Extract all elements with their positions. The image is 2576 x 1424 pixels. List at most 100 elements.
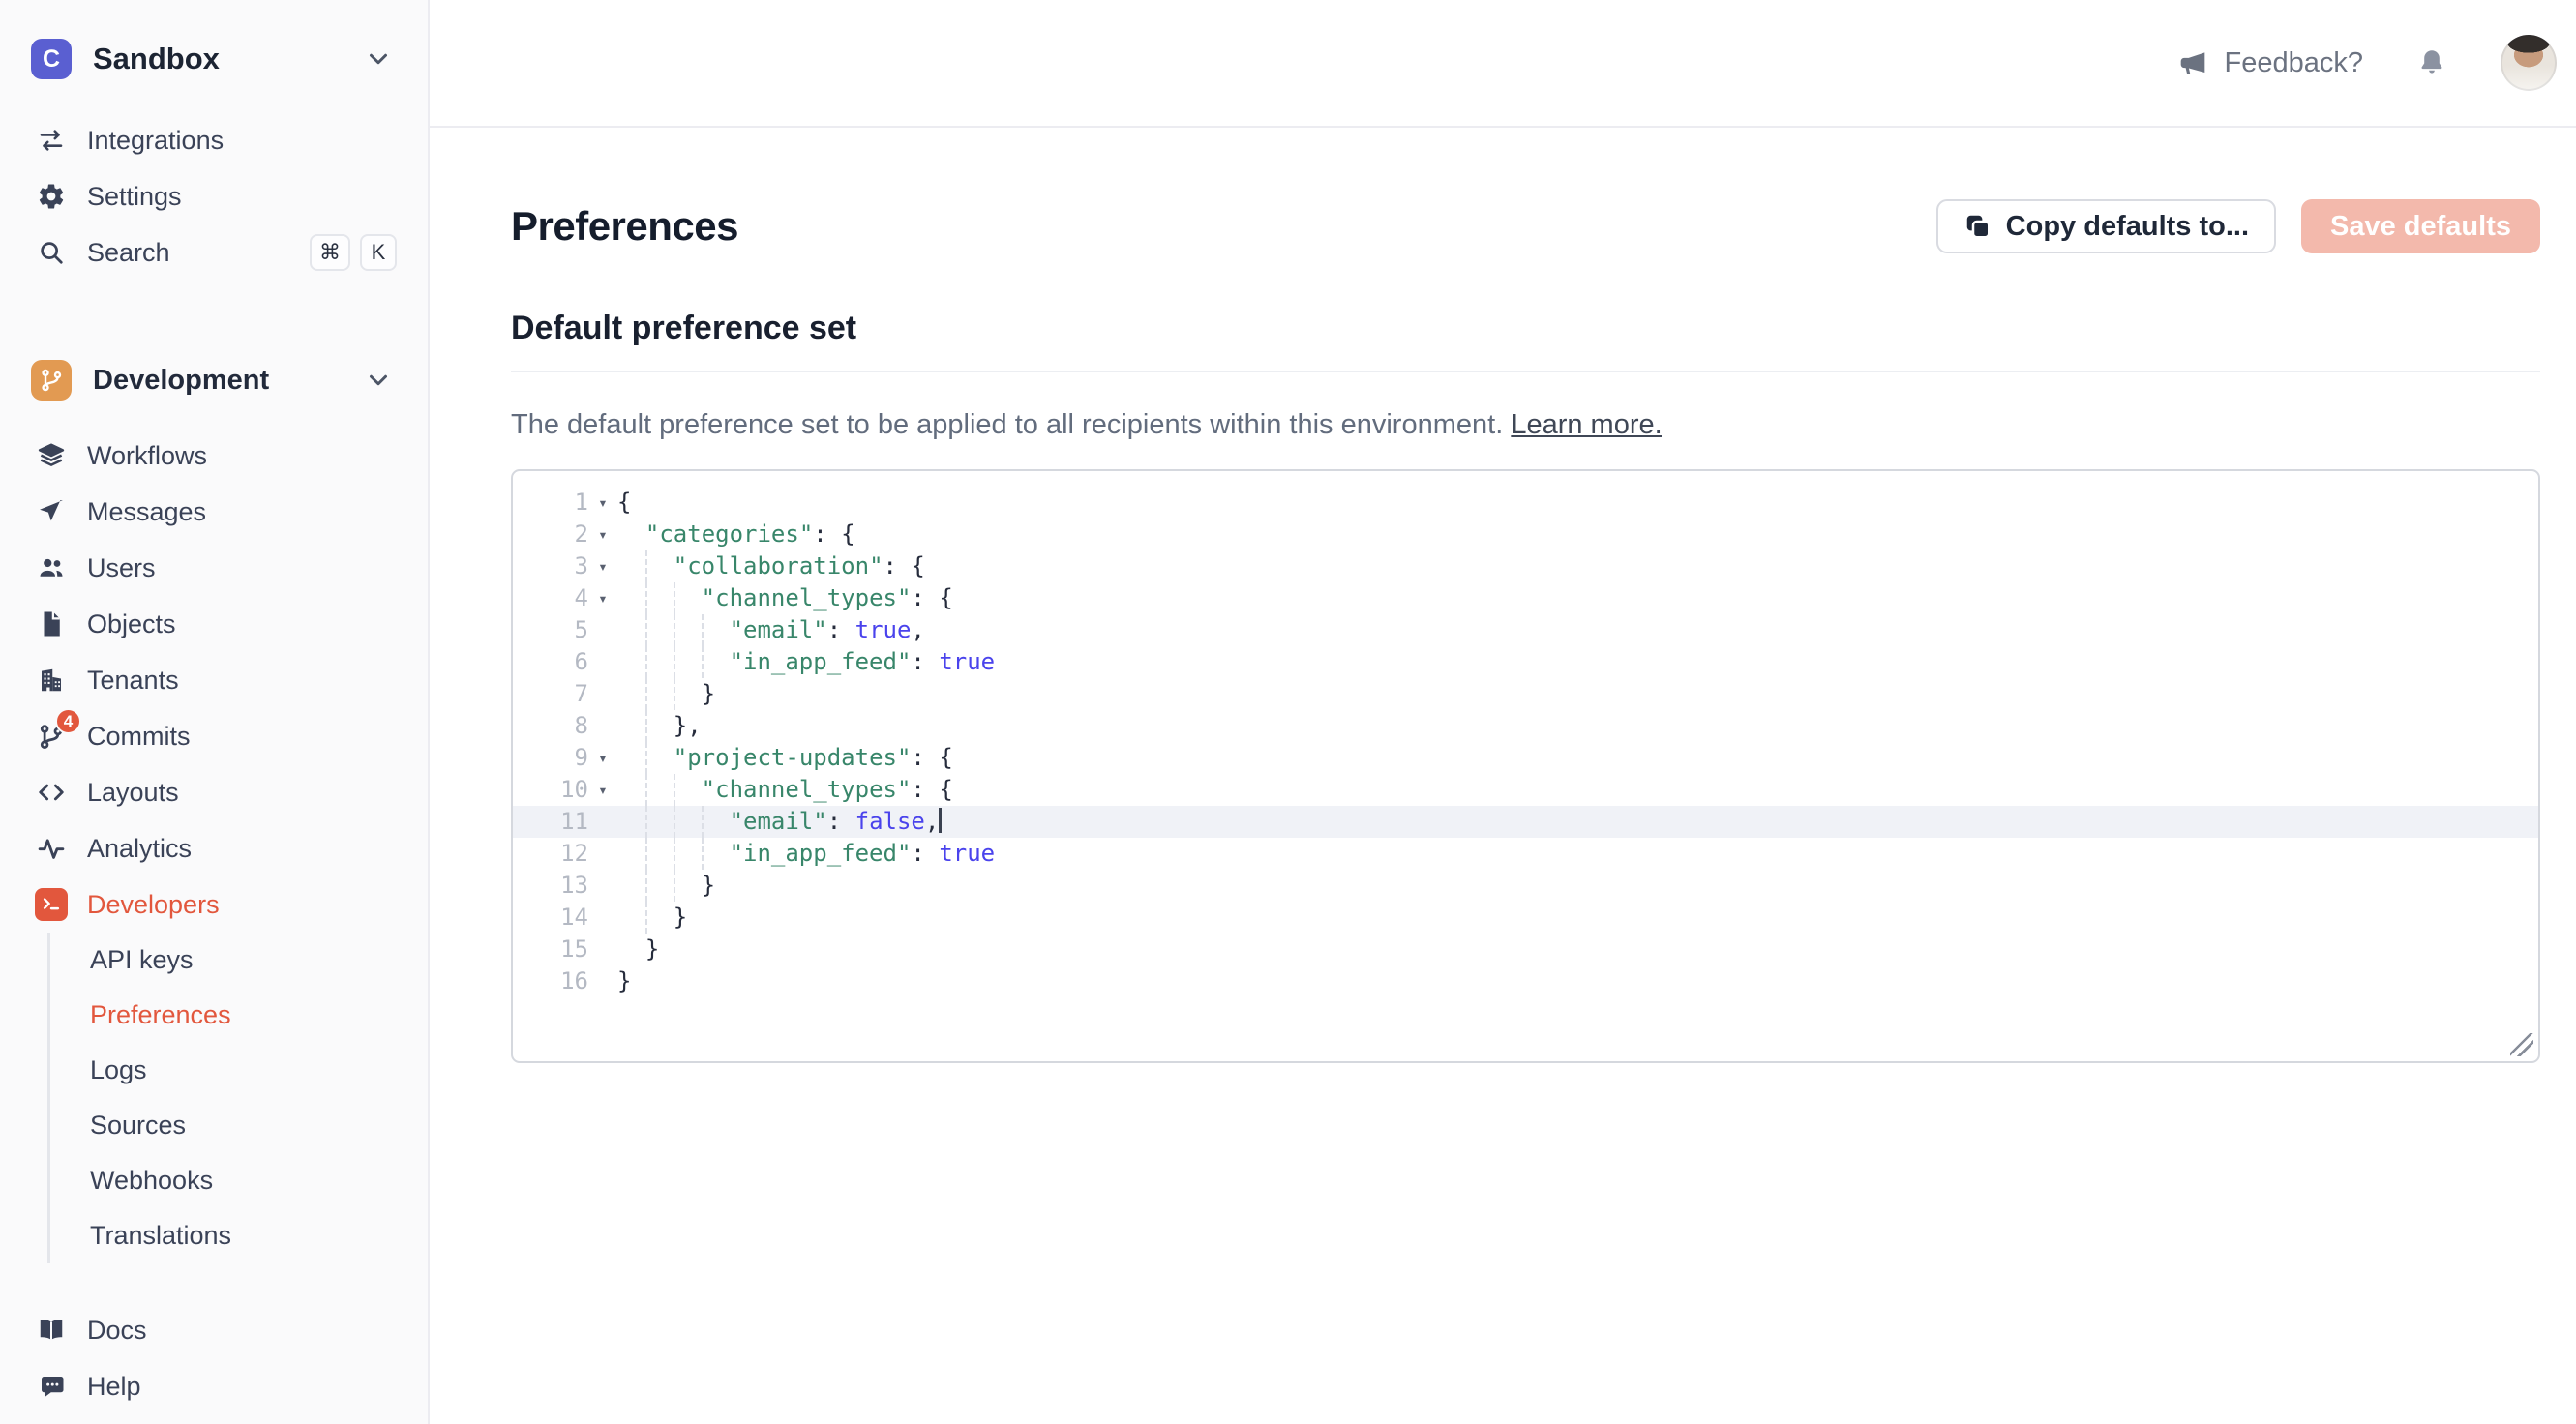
description-text: The default preference set to be applied… — [511, 409, 1503, 440]
preferences-page: Preferences Copy defaults to... Save def… — [430, 128, 2576, 1063]
sidebar-item-integrations[interactable]: Integrations — [0, 112, 428, 168]
fold-arrow-icon[interactable]: ▾ — [588, 519, 617, 550]
chevron-down-icon — [364, 44, 393, 74]
code-text: "email": false, — [617, 806, 942, 838]
fold-gutter — [588, 838, 617, 870]
sidebar-item-label: Layouts — [87, 778, 179, 808]
editor-resize-handle[interactable] — [2510, 1033, 2533, 1056]
code-line[interactable]: 16} — [513, 965, 2538, 997]
sidebar-item-label: Developers — [87, 890, 220, 920]
building-icon — [35, 664, 68, 697]
sidebar-top-nav: Integrations Settings Search ⌘ K — [0, 112, 428, 281]
developers-subnav: API keys Preferences Logs Sources Webhoo… — [47, 933, 428, 1263]
sidebar-item-help[interactable]: Help — [0, 1358, 428, 1414]
code-line[interactable]: 7} — [513, 678, 2538, 710]
code-text: }, — [617, 710, 702, 742]
swap-arrows-icon — [35, 124, 68, 157]
sidebar-subitem-api-keys[interactable]: API keys — [50, 933, 428, 988]
sidebar-item-settings[interactable]: Settings — [0, 168, 428, 224]
main-area: Feedback? Preferences Copy defaults to..… — [430, 0, 2576, 1424]
sidebar-item-developers[interactable]: Developers — [0, 876, 428, 933]
git-branch-icon: 4 — [35, 720, 68, 753]
sidebar-item-label: Settings — [87, 182, 182, 212]
code-line[interactable]: 1▾{ — [513, 487, 2538, 519]
code-text: { — [617, 487, 631, 519]
workspace-switcher[interactable]: C Sandbox — [0, 0, 428, 103]
sidebar-item-label: Objects — [87, 609, 176, 639]
fold-gutter — [588, 870, 617, 902]
code-line[interactable]: 4▾"channel_types": { — [513, 582, 2538, 614]
code-line[interactable]: 12"in_app_feed": true — [513, 838, 2538, 870]
sidebar-item-label: Docs — [87, 1316, 147, 1346]
sidebar-subitem-translations[interactable]: Translations — [50, 1208, 428, 1263]
subitem-label: Logs — [90, 1055, 147, 1085]
sidebar-item-commits[interactable]: 4 Commits — [0, 708, 428, 764]
fold-gutter — [588, 614, 617, 646]
sidebar-subitem-logs[interactable]: Logs — [50, 1043, 428, 1098]
code-line[interactable]: 5"email": true, — [513, 614, 2538, 646]
code-line[interactable]: 8}, — [513, 710, 2538, 742]
line-number: 4 — [513, 582, 588, 614]
sidebar-subitem-webhooks[interactable]: Webhooks — [50, 1153, 428, 1208]
terminal-icon — [35, 888, 68, 921]
sidebar-item-layouts[interactable]: Layouts — [0, 764, 428, 820]
code-text: } — [617, 965, 631, 997]
feedback-label: Feedback? — [2225, 47, 2364, 79]
section-title: Default preference set — [511, 310, 2540, 347]
save-defaults-button[interactable]: Save defaults — [2301, 199, 2540, 253]
code-line[interactable]: 11"email": false, — [513, 806, 2538, 838]
sidebar-item-tenants[interactable]: Tenants — [0, 652, 428, 708]
sidebar-item-search[interactable]: Search ⌘ K — [0, 224, 428, 281]
code-text: } — [617, 934, 659, 965]
fold-arrow-icon[interactable]: ▾ — [588, 550, 617, 582]
code-line[interactable]: 14} — [513, 902, 2538, 934]
code-line[interactable]: 3▾"collaboration": { — [513, 550, 2538, 582]
fold-arrow-icon[interactable]: ▾ — [588, 774, 617, 806]
sidebar-item-messages[interactable]: Messages — [0, 484, 428, 540]
code-text: "collaboration": { — [617, 550, 925, 582]
copy-icon — [1963, 212, 1992, 241]
line-number: 6 — [513, 646, 588, 678]
code-text: "in_app_feed": true — [617, 838, 995, 870]
line-number: 2 — [513, 519, 588, 550]
code-text: "project-updates": { — [617, 742, 953, 774]
top-bar: Feedback? — [430, 0, 2576, 128]
sidebar-subitem-sources[interactable]: Sources — [50, 1098, 428, 1153]
sidebar-item-users[interactable]: Users — [0, 540, 428, 596]
copy-defaults-button[interactable]: Copy defaults to... — [1936, 199, 2276, 253]
code-icon — [35, 776, 68, 809]
code-line[interactable]: 13} — [513, 870, 2538, 902]
sidebar-item-docs[interactable]: Docs — [0, 1302, 428, 1358]
sidebar-item-analytics[interactable]: Analytics — [0, 820, 428, 876]
learn-more-link[interactable]: Learn more. — [1511, 409, 1662, 440]
code-text: } — [617, 902, 687, 934]
sidebar-item-label: Users — [87, 553, 156, 583]
fold-gutter — [588, 710, 617, 742]
activity-icon — [35, 832, 68, 865]
fold-gutter — [588, 965, 617, 997]
layers-icon — [35, 439, 68, 472]
fold-arrow-icon[interactable]: ▾ — [588, 742, 617, 774]
code-editor[interactable]: 1▾{2▾"categories": {3▾"collaboration": {… — [511, 469, 2540, 1063]
subitem-label: Translations — [90, 1221, 231, 1251]
fold-arrow-icon[interactable]: ▾ — [588, 582, 617, 614]
feedback-button[interactable]: Feedback? — [2178, 47, 2364, 79]
fold-gutter — [588, 678, 617, 710]
environment-switcher[interactable]: Development — [0, 352, 428, 408]
code-line[interactable]: 10▾"channel_types": { — [513, 774, 2538, 806]
notifications-button[interactable] — [2415, 46, 2448, 79]
sidebar-subitem-preferences[interactable]: Preferences — [50, 988, 428, 1043]
sidebar-item-workflows[interactable]: Workflows — [0, 428, 428, 484]
code-line[interactable]: 2▾"categories": { — [513, 519, 2538, 550]
code-line[interactable]: 9▾"project-updates": { — [513, 742, 2538, 774]
subitem-label: Preferences — [90, 1000, 231, 1030]
code-line[interactable]: 6"in_app_feed": true — [513, 646, 2538, 678]
fold-arrow-icon[interactable]: ▾ — [588, 487, 617, 519]
line-number: 5 — [513, 614, 588, 646]
workspace-logo: C — [31, 39, 72, 79]
bell-icon — [2415, 46, 2448, 79]
environment-branch-icon — [31, 360, 72, 400]
sidebar-item-objects[interactable]: Objects — [0, 596, 428, 652]
user-avatar[interactable] — [2501, 35, 2557, 91]
code-line[interactable]: 15} — [513, 934, 2538, 965]
